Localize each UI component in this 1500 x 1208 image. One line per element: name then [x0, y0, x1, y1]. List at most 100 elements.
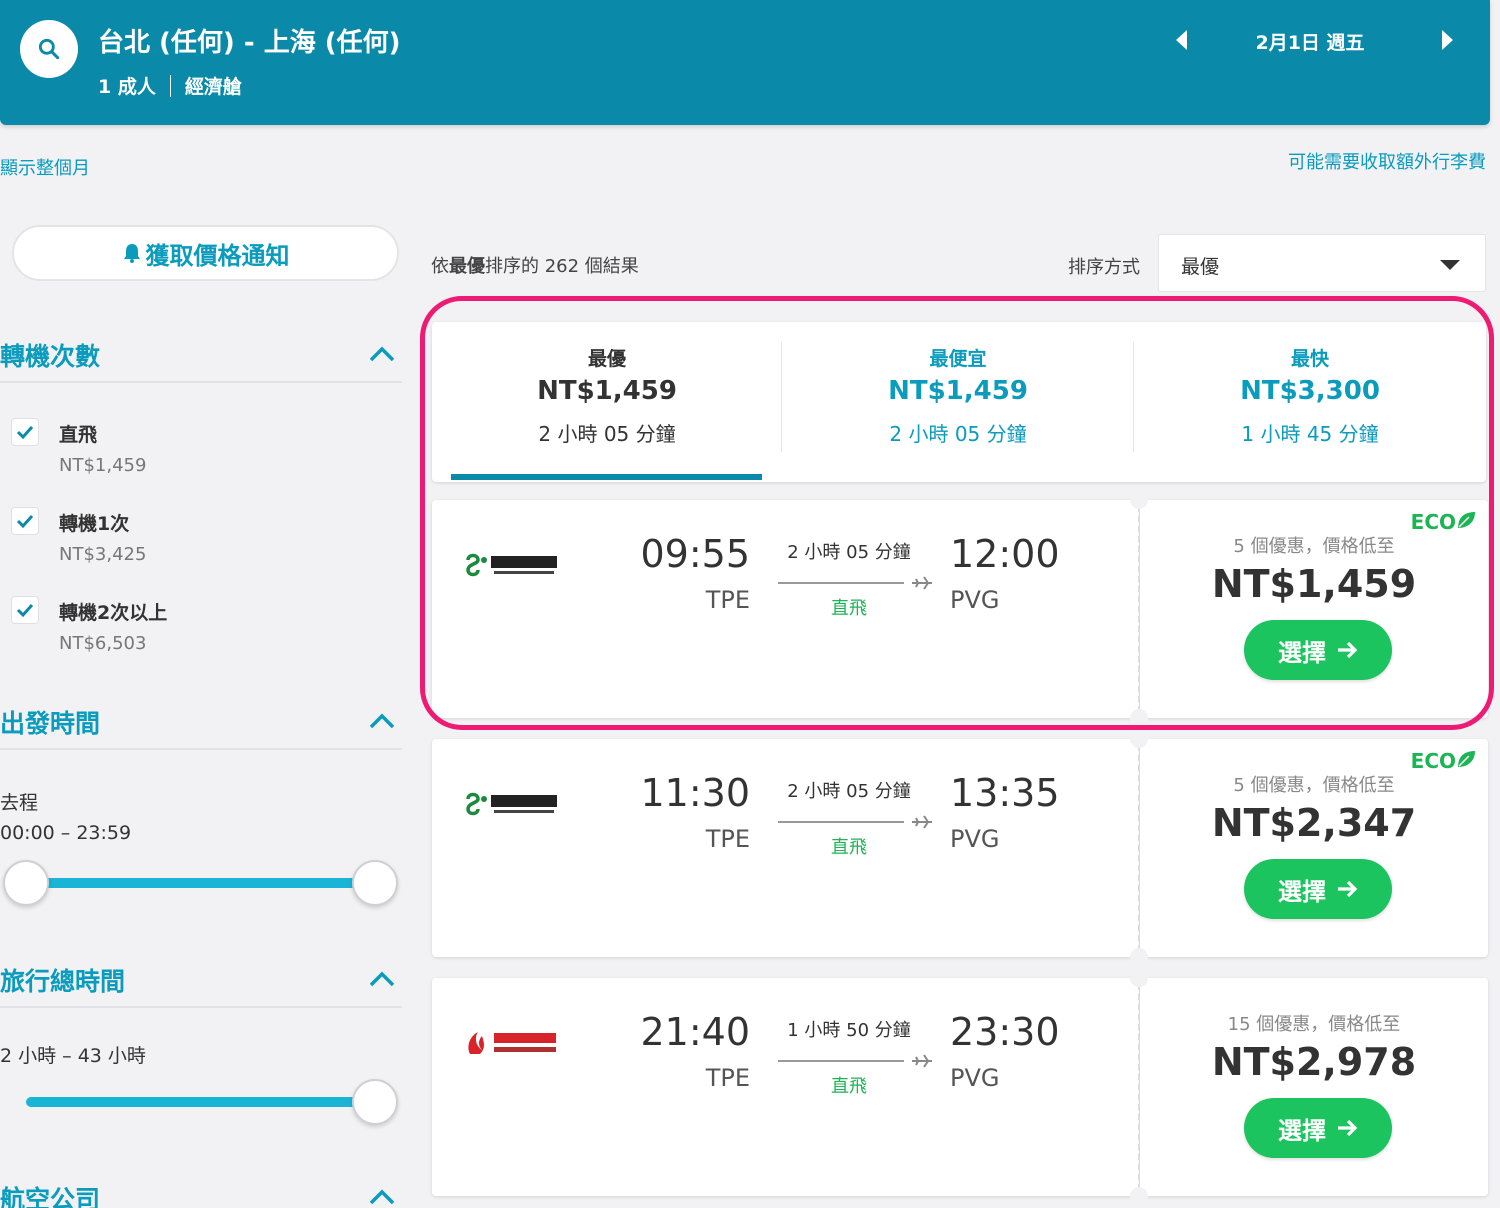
- departure-airport: TPE: [705, 586, 750, 614]
- departure-slider-max-handle[interactable]: [352, 860, 398, 906]
- departure-airport: TPE: [705, 825, 750, 853]
- result-count-sort: 最優: [449, 256, 485, 277]
- checkmark-icon: [16, 514, 34, 529]
- tab-best[interactable]: 最優 NT$1,459 2 小時 05 分鐘: [432, 322, 782, 482]
- select-flight-button[interactable]: 選擇: [1244, 1098, 1392, 1158]
- leaf-icon: [1458, 751, 1475, 767]
- eco-badge: ECO: [1411, 510, 1476, 534]
- select-flight-button[interactable]: 選擇: [1244, 859, 1392, 919]
- divider: [1138, 506, 1140, 712]
- divider: [781, 342, 782, 452]
- divider: [0, 748, 402, 750]
- ticket-notch: [1130, 491, 1148, 509]
- divider: [0, 1006, 402, 1008]
- chevron-up-icon[interactable]: [368, 345, 396, 363]
- arrival-time: 13:35: [950, 771, 1060, 815]
- outbound-label: 去程: [0, 792, 39, 814]
- price-panel: 15 個優惠，價格低至 NT$2,978 選擇: [1140, 978, 1488, 1196]
- flight-result-card[interactable]: 09:55 TPE 2 小時 05 分鐘 直飛 12:00 PVG ECO 5 …: [432, 491, 1488, 727]
- plane-icon: [778, 815, 932, 829]
- select-label: 選擇: [1278, 877, 1326, 906]
- flight-details[interactable]: 21:40 TPE 1 小時 50 分鐘 直飛 23:30 PVG: [432, 978, 1139, 1196]
- flight-duration: 2 小時 05 分鐘: [787, 542, 911, 563]
- arrival-airport: PVG: [950, 586, 1000, 614]
- sort-dropdown[interactable]: 最優: [1158, 234, 1486, 292]
- price-panel: ECO 5 個優惠，價格低至 NT$1,459 選擇: [1140, 500, 1488, 718]
- cabin-class: 經濟艙: [184, 76, 242, 98]
- arrival-airport: PVG: [950, 825, 1000, 853]
- divider: [169, 74, 171, 97]
- show-whole-month-link[interactable]: 顯示整個月: [0, 154, 90, 180]
- stops-info: 直飛: [831, 837, 867, 858]
- chevron-up-icon[interactable]: [368, 1188, 396, 1206]
- divider: [1133, 342, 1134, 452]
- departure-time: 21:40: [640, 1010, 750, 1054]
- duration-filter-title[interactable]: 旅行總時間: [0, 962, 125, 998]
- sort-label: 排序方式: [1068, 257, 1140, 278]
- duration-slider-track[interactable]: [26, 1097, 376, 1107]
- search-button[interactable]: [20, 20, 78, 78]
- stops-option-price: NT$3,425: [59, 544, 147, 565]
- departure-time-filter-title[interactable]: 出發時間: [0, 704, 100, 740]
- flight-price: NT$2,978: [1211, 1040, 1417, 1084]
- tab-duration: 2 小時 05 分鐘: [538, 422, 676, 446]
- airlines-filter-title[interactable]: 航空公司: [0, 1180, 100, 1208]
- chevron-up-icon[interactable]: [368, 712, 396, 730]
- stops-filter-title[interactable]: 轉機次數: [0, 337, 100, 373]
- stops-info: 直飛: [831, 1076, 867, 1097]
- tab-name: 最優: [587, 348, 626, 370]
- departure-time: 09:55: [640, 532, 750, 576]
- plane-icon: [778, 1054, 932, 1068]
- chevron-up-icon[interactable]: [368, 970, 396, 988]
- deals-count: 5 個優惠，價格低至: [1233, 775, 1395, 796]
- price-panel: ECO 5 個優惠，價格低至 NT$2,347 選擇: [1140, 739, 1488, 957]
- arrival-airport: PVG: [950, 1064, 1000, 1092]
- stops-info: 直飛: [831, 598, 867, 619]
- checkmark-icon: [16, 603, 34, 618]
- duration-range: 2 小時 – 43 小時: [0, 1045, 146, 1067]
- flight-details[interactable]: 09:55 TPE 2 小時 05 分鐘 直飛 12:00 PVG: [432, 500, 1139, 718]
- checkbox-two-plus-stops[interactable]: [11, 596, 39, 624]
- tab-price: NT$1,459: [888, 376, 1028, 406]
- eco-label: ECO: [1410, 749, 1456, 773]
- arrival-time: 12:00: [950, 532, 1060, 576]
- eco-badge: ECO: [1411, 749, 1476, 773]
- tab-price: NT$3,300: [1240, 376, 1380, 406]
- flight-result-card[interactable]: 21:40 TPE 1 小時 50 分鐘 直飛 23:30 PVG 15 個優惠…: [432, 969, 1488, 1205]
- arrow-right-icon: [1338, 1119, 1358, 1137]
- ticket-notch: [1130, 948, 1148, 966]
- price-alert-button[interactable]: 獲取價格通知: [12, 225, 399, 281]
- route-title[interactable]: 台北 (任何) - 上海 (任何): [98, 22, 401, 59]
- ticket-notch: [1130, 969, 1148, 987]
- air-china-logo-icon: [468, 1032, 556, 1054]
- previous-date-icon[interactable]: [1172, 28, 1192, 52]
- departure-time: 11:30: [640, 771, 750, 815]
- departure-slider-track[interactable]: [26, 878, 376, 888]
- divider: [1138, 984, 1140, 1190]
- result-count-prefix: 依: [431, 256, 449, 277]
- checkmark-icon: [16, 425, 34, 440]
- departure-slider-min-handle[interactable]: [3, 860, 49, 906]
- search-icon: [38, 38, 60, 60]
- stops-option-label: 直飛: [59, 424, 98, 446]
- select-label: 選擇: [1278, 638, 1326, 667]
- caret-down-icon: [1440, 260, 1460, 270]
- passenger-cabin-info[interactable]: 1 成人 經濟艙: [98, 72, 242, 99]
- next-date-icon[interactable]: [1437, 28, 1457, 52]
- price-alert-label: 獲取價格通知: [145, 241, 290, 270]
- tab-name: 最便宜: [929, 348, 987, 370]
- deals-count: 5 個優惠，價格低至: [1233, 536, 1395, 557]
- extra-baggage-fee-link[interactable]: 可能需要收取額外行李費: [1288, 148, 1486, 174]
- departure-airport: TPE: [705, 1064, 750, 1092]
- checkbox-direct[interactable]: [11, 418, 39, 446]
- sort-tabs: 最優 NT$1,459 2 小時 05 分鐘 最便宜 NT$1,459 2 小時…: [432, 322, 1486, 482]
- flight-details[interactable]: 11:30 TPE 2 小時 05 分鐘 直飛 13:35 PVG: [432, 739, 1139, 957]
- checkbox-one-stop[interactable]: [11, 507, 39, 535]
- stops-option-label: 轉機2次以上: [59, 602, 168, 624]
- flight-result-card[interactable]: 11:30 TPE 2 小時 05 分鐘 直飛 13:35 PVG ECO 5 …: [432, 730, 1488, 966]
- duration-slider-max-handle[interactable]: [352, 1079, 398, 1125]
- tab-fastest[interactable]: 最快 NT$3,300 1 小時 45 分鐘: [1135, 322, 1485, 482]
- selected-date[interactable]: 2月1日 週五: [1230, 28, 1390, 55]
- tab-cheapest[interactable]: 最便宜 NT$1,459 2 小時 05 分鐘: [783, 322, 1133, 482]
- select-flight-button[interactable]: 選擇: [1244, 620, 1392, 680]
